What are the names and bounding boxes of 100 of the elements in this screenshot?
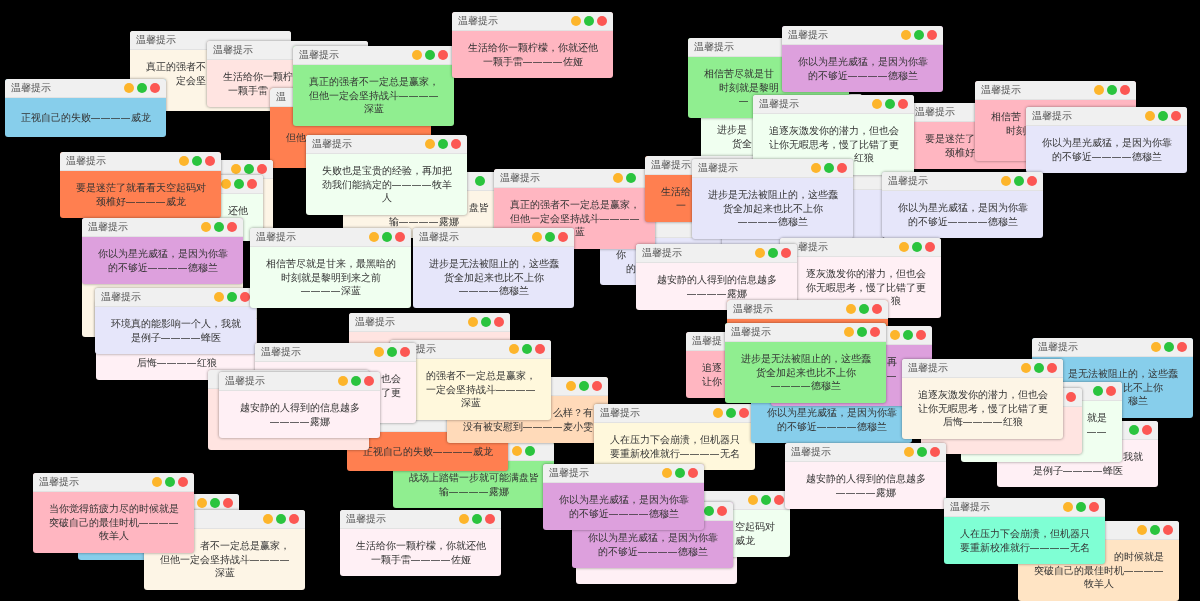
close-button[interactable] xyxy=(205,156,215,166)
close-button[interactable] xyxy=(688,468,698,478)
close-button[interactable] xyxy=(739,408,749,418)
maximize-button[interactable] xyxy=(579,381,589,391)
minimize-button[interactable] xyxy=(512,446,522,456)
close-button[interactable] xyxy=(178,477,188,487)
close-button[interactable] xyxy=(837,163,847,173)
minimize-button[interactable] xyxy=(571,16,581,26)
maximize-button[interactable] xyxy=(276,514,286,524)
minimize-button[interactable] xyxy=(459,514,469,524)
minimize-button[interactable] xyxy=(338,376,348,386)
maximize-button[interactable] xyxy=(387,347,397,357)
maximize-button[interactable] xyxy=(761,495,771,505)
minimize-button[interactable] xyxy=(844,327,854,337)
maximize-button[interactable] xyxy=(914,30,924,40)
close-button[interactable] xyxy=(395,232,405,242)
close-button[interactable] xyxy=(1142,425,1152,435)
minimize-button[interactable] xyxy=(904,447,914,457)
close-button[interactable] xyxy=(925,242,935,252)
minimize-button[interactable] xyxy=(152,477,162,487)
close-button[interactable] xyxy=(1066,392,1076,402)
close-button[interactable] xyxy=(485,514,495,524)
minimize-button[interactable] xyxy=(201,222,211,232)
close-button[interactable] xyxy=(872,304,882,314)
minimize-button[interactable] xyxy=(374,347,384,357)
maximize-button[interactable] xyxy=(903,330,913,340)
minimize-button[interactable] xyxy=(197,498,207,508)
minimize-button[interactable] xyxy=(412,50,422,60)
minimize-button[interactable] xyxy=(263,514,273,524)
close-button[interactable] xyxy=(223,498,233,508)
maximize-button[interactable] xyxy=(917,447,927,457)
minimize-button[interactable] xyxy=(890,330,900,340)
close-button[interactable] xyxy=(930,447,940,457)
maximize-button[interactable] xyxy=(475,176,485,186)
minimize-button[interactable] xyxy=(899,242,909,252)
minimize-button[interactable] xyxy=(1137,525,1147,535)
minimize-button[interactable] xyxy=(748,495,758,505)
maximize-button[interactable] xyxy=(227,292,237,302)
close-button[interactable] xyxy=(400,347,410,357)
maximize-button[interactable] xyxy=(1014,176,1024,186)
minimize-button[interactable] xyxy=(1145,111,1155,121)
minimize-button[interactable] xyxy=(1063,502,1073,512)
minimize-button[interactable] xyxy=(613,173,623,183)
close-button[interactable] xyxy=(870,327,880,337)
maximize-button[interactable] xyxy=(481,317,491,327)
close-button[interactable] xyxy=(1106,386,1116,396)
minimize-button[interactable] xyxy=(532,232,542,242)
maximize-button[interactable] xyxy=(912,242,922,252)
maximize-button[interactable] xyxy=(210,498,220,508)
maximize-button[interactable] xyxy=(545,232,555,242)
close-button[interactable] xyxy=(1171,111,1181,121)
maximize-button[interactable] xyxy=(522,344,532,354)
maximize-button[interactable] xyxy=(425,50,435,60)
close-button[interactable] xyxy=(717,506,727,516)
minimize-button[interactable] xyxy=(1094,85,1104,95)
maximize-button[interactable] xyxy=(137,83,147,93)
maximize-button[interactable] xyxy=(768,248,778,258)
close-button[interactable] xyxy=(597,16,607,26)
minimize-button[interactable] xyxy=(811,163,821,173)
maximize-button[interactable] xyxy=(472,514,482,524)
minimize-button[interactable] xyxy=(179,156,189,166)
close-button[interactable] xyxy=(150,83,160,93)
minimize-button[interactable] xyxy=(425,139,435,149)
minimize-button[interactable] xyxy=(1021,363,1031,373)
close-button[interactable] xyxy=(1089,502,1099,512)
close-button[interactable] xyxy=(535,344,545,354)
close-button[interactable] xyxy=(927,30,937,40)
maximize-button[interactable] xyxy=(525,446,535,456)
close-button[interactable] xyxy=(781,248,791,258)
close-button[interactable] xyxy=(1027,176,1037,186)
minimize-button[interactable] xyxy=(872,99,882,109)
maximize-button[interactable] xyxy=(165,477,175,487)
minimize-button[interactable] xyxy=(713,408,723,418)
maximize-button[interactable] xyxy=(726,408,736,418)
minimize-button[interactable] xyxy=(901,30,911,40)
close-button[interactable] xyxy=(494,317,504,327)
close-button[interactable] xyxy=(916,330,926,340)
close-button[interactable] xyxy=(364,376,374,386)
maximize-button[interactable] xyxy=(1107,85,1117,95)
minimize-button[interactable] xyxy=(124,83,134,93)
minimize-button[interactable] xyxy=(662,468,672,478)
maximize-button[interactable] xyxy=(438,139,448,149)
maximize-button[interactable] xyxy=(857,327,867,337)
close-button[interactable] xyxy=(1120,85,1130,95)
minimize-button[interactable] xyxy=(509,344,519,354)
maximize-button[interactable] xyxy=(192,156,202,166)
maximize-button[interactable] xyxy=(351,376,361,386)
maximize-button[interactable] xyxy=(824,163,834,173)
minimize-button[interactable] xyxy=(755,248,765,258)
maximize-button[interactable] xyxy=(1093,386,1103,396)
close-button[interactable] xyxy=(1163,525,1173,535)
maximize-button[interactable] xyxy=(1164,342,1174,352)
maximize-button[interactable] xyxy=(1034,363,1044,373)
maximize-button[interactable] xyxy=(1129,425,1139,435)
minimize-button[interactable] xyxy=(369,232,379,242)
maximize-button[interactable] xyxy=(859,304,869,314)
minimize-button[interactable] xyxy=(1151,342,1161,352)
minimize-button[interactable] xyxy=(566,381,576,391)
maximize-button[interactable] xyxy=(675,468,685,478)
minimize-button[interactable] xyxy=(468,317,478,327)
